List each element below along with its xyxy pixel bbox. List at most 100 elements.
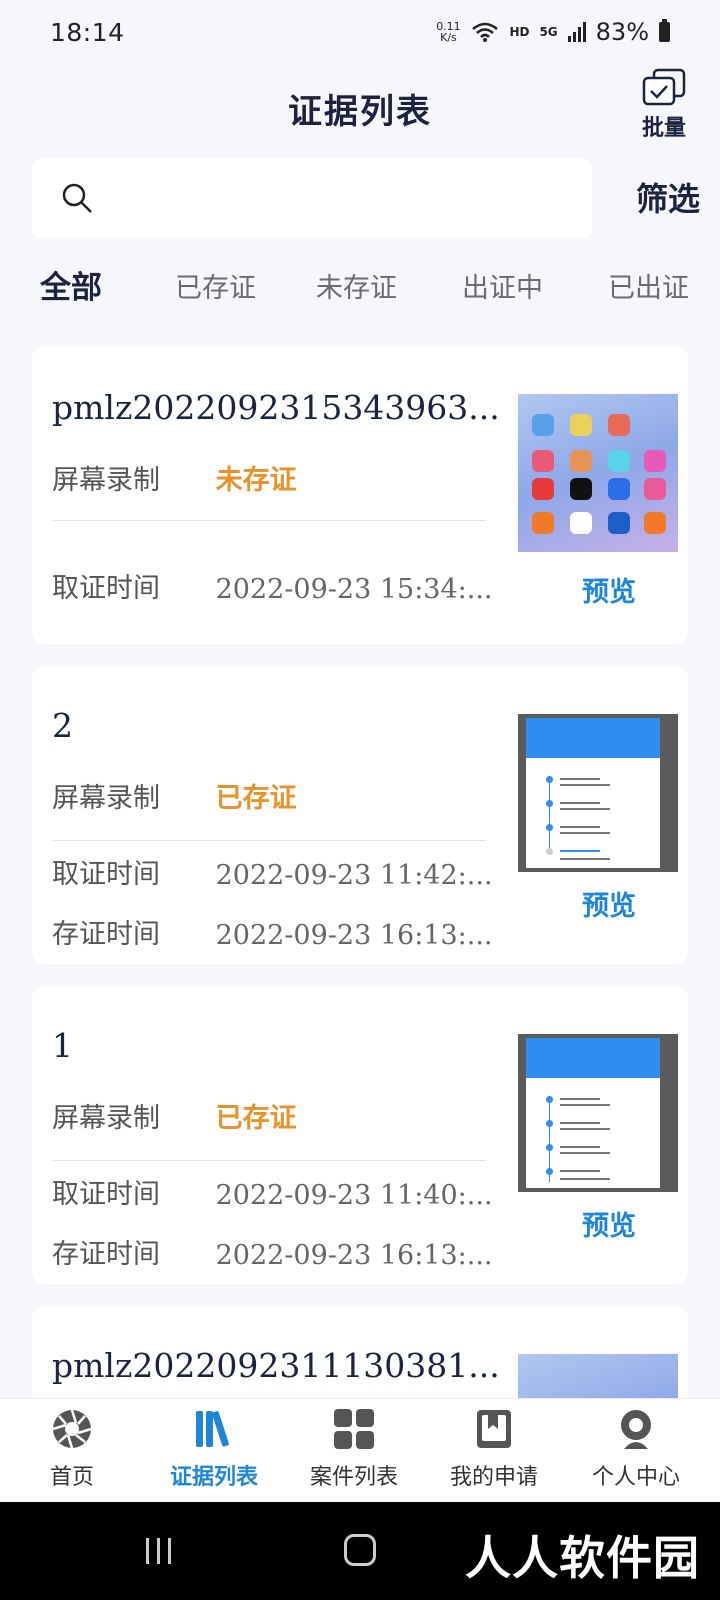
evidence-card[interactable]: pmlz2022092315343963... 屏幕录制 未存证 取证时间 20…: [32, 346, 688, 644]
preview-button[interactable]: 预览: [582, 1204, 636, 1243]
thumb-dot: [546, 1096, 553, 1103]
thumb-text: [560, 1152, 610, 1154]
network-5g: 5G: [539, 25, 557, 39]
thumb-dot: [546, 824, 553, 831]
store-time-label: 存证时间: [52, 919, 160, 950]
system-nav-bar: 人人软件园: [0, 1502, 720, 1600]
acquire-time-label: 取证时间: [52, 573, 160, 604]
thumb-text: [560, 1170, 600, 1172]
preview-button[interactable]: 预览: [582, 570, 636, 609]
thumb-dot: [546, 1168, 553, 1175]
evidence-card[interactable]: 1 屏幕录制 已存证 取证时间 2022-09-23 11:40:... 存证时…: [32, 986, 688, 1284]
thumb-text: [560, 858, 610, 860]
thumb-dot: [546, 800, 553, 807]
batch-button[interactable]: 批量: [634, 68, 694, 142]
grid-icon: [334, 1409, 374, 1449]
thumb-text: [560, 826, 600, 828]
thumb-text: [560, 1178, 610, 1180]
store-time-row: 存证时间 2022-09-23 16:13:...: [52, 912, 501, 951]
nav-evidence-list[interactable]: 证据列表: [144, 1407, 284, 1491]
app-icon: [608, 414, 630, 436]
nav-label: 个人中心: [591, 1465, 680, 1490]
thumb-dot: [546, 1144, 553, 1151]
store-time-label: 存证时间: [52, 1239, 160, 1270]
thumb-dot: [546, 848, 553, 855]
nav-label: 我的申请: [449, 1465, 538, 1490]
acquire-time-value: 2022-09-23 11:42:...: [215, 860, 493, 891]
page-title: 证据列表: [288, 92, 432, 132]
recent-apps-icon[interactable]: [144, 1536, 174, 1566]
app-icon: [608, 512, 630, 534]
nav-case-list[interactable]: 案件列表: [284, 1407, 424, 1491]
filter-button[interactable]: 筛选: [636, 174, 700, 220]
nav-personal-center[interactable]: 个人中心: [566, 1407, 706, 1491]
watermark: 人人软件园: [465, 1531, 700, 1585]
thumb-text: [560, 1098, 600, 1100]
evidence-card[interactable]: 2 屏幕录制 已存证 取证时间 2022-09-23 11:42:... 存证时…: [32, 666, 688, 964]
evidence-type: 屏幕录制: [52, 1103, 160, 1134]
wifi-icon: [472, 22, 499, 42]
preview-button[interactable]: 预览: [582, 884, 636, 923]
search-box[interactable]: [32, 158, 592, 238]
tab-not-stored[interactable]: 未存证: [316, 266, 397, 305]
nav-label: 首页: [49, 1465, 94, 1490]
app-icon: [532, 450, 554, 472]
acquire-time-row: 取证时间 2022-09-23 15:34:...: [52, 566, 501, 605]
thumb-timeline: [549, 778, 550, 848]
divider: [52, 840, 486, 841]
header: 证据列表 批量: [0, 64, 720, 152]
store-time-value: 2022-09-23 16:13:...: [215, 920, 493, 951]
books-icon: [196, 1411, 229, 1447]
evidence-thumbnail[interactable]: [518, 1034, 678, 1192]
thumb-screen: [526, 718, 660, 868]
thumb-dot: [546, 1120, 553, 1127]
thumb-dot: [546, 776, 553, 783]
tab-issuing[interactable]: 出证中: [462, 266, 543, 305]
status-time: 18:14: [50, 17, 125, 47]
store-time-value: 2022-09-23 16:13:...: [215, 1240, 493, 1271]
thumb-text: [560, 1104, 610, 1106]
app-icon: [570, 478, 592, 500]
app-icon: [608, 478, 630, 500]
acquire-time-value: 2022-09-23 11:40:...: [215, 1180, 493, 1211]
divider: [52, 1160, 486, 1161]
evidence-title: pmlz2022092315343963...: [52, 388, 500, 427]
nav-label: 案件列表: [309, 1465, 398, 1490]
app-icon: [570, 450, 592, 472]
thumb-text: [560, 850, 600, 852]
acquire-time-label: 取证时间: [52, 1179, 160, 1210]
evidence-thumbnail[interactable]: [518, 714, 678, 872]
acquire-time-label: 取证时间: [52, 859, 160, 890]
evidence-type-row: 屏幕录制 已存证: [52, 1096, 297, 1135]
evidence-title: pmlz2022092311130381...: [52, 1346, 500, 1385]
app-icon: [644, 450, 666, 472]
bottom-nav: 首页 证据列表 案件列表 我的申请 个人中心: [0, 1398, 720, 1502]
tab-all[interactable]: 全部: [40, 262, 102, 307]
tab-stored[interactable]: 已存证: [175, 266, 256, 305]
nav-home[interactable]: 首页: [2, 1407, 142, 1491]
evidence-status: 已存证: [215, 1103, 297, 1134]
battery-percent: 83%: [595, 18, 649, 46]
evidence-type: 屏幕录制: [52, 783, 160, 814]
nav-my-applications[interactable]: 我的申请: [424, 1407, 564, 1491]
store-time-row: 存证时间 2022-09-23 16:13:...: [52, 1232, 501, 1271]
net-speed: 0.11 K/s: [435, 21, 461, 43]
home-button-icon[interactable]: [344, 1534, 376, 1566]
hd-badge: HD: [509, 25, 530, 39]
acquire-time-row: 取证时间 2022-09-23 11:42:...: [52, 852, 501, 891]
search-row: 筛选: [32, 158, 700, 238]
thumb-text: [560, 1146, 600, 1148]
network-label: 5G: [539, 25, 558, 39]
app-icon: [532, 512, 554, 534]
tab-issued[interactable]: 已出证: [608, 266, 689, 305]
thumb-text: [560, 802, 600, 804]
search-input[interactable]: [108, 185, 592, 211]
thumb-text: [560, 1128, 610, 1130]
app-icon: [608, 450, 630, 472]
evidence-title: 1: [52, 1026, 73, 1065]
app-icon: [570, 414, 592, 436]
thumb-text: [560, 778, 600, 780]
evidence-thumbnail[interactable]: [518, 394, 678, 552]
divider: [52, 520, 486, 521]
app-icon: [532, 478, 554, 500]
